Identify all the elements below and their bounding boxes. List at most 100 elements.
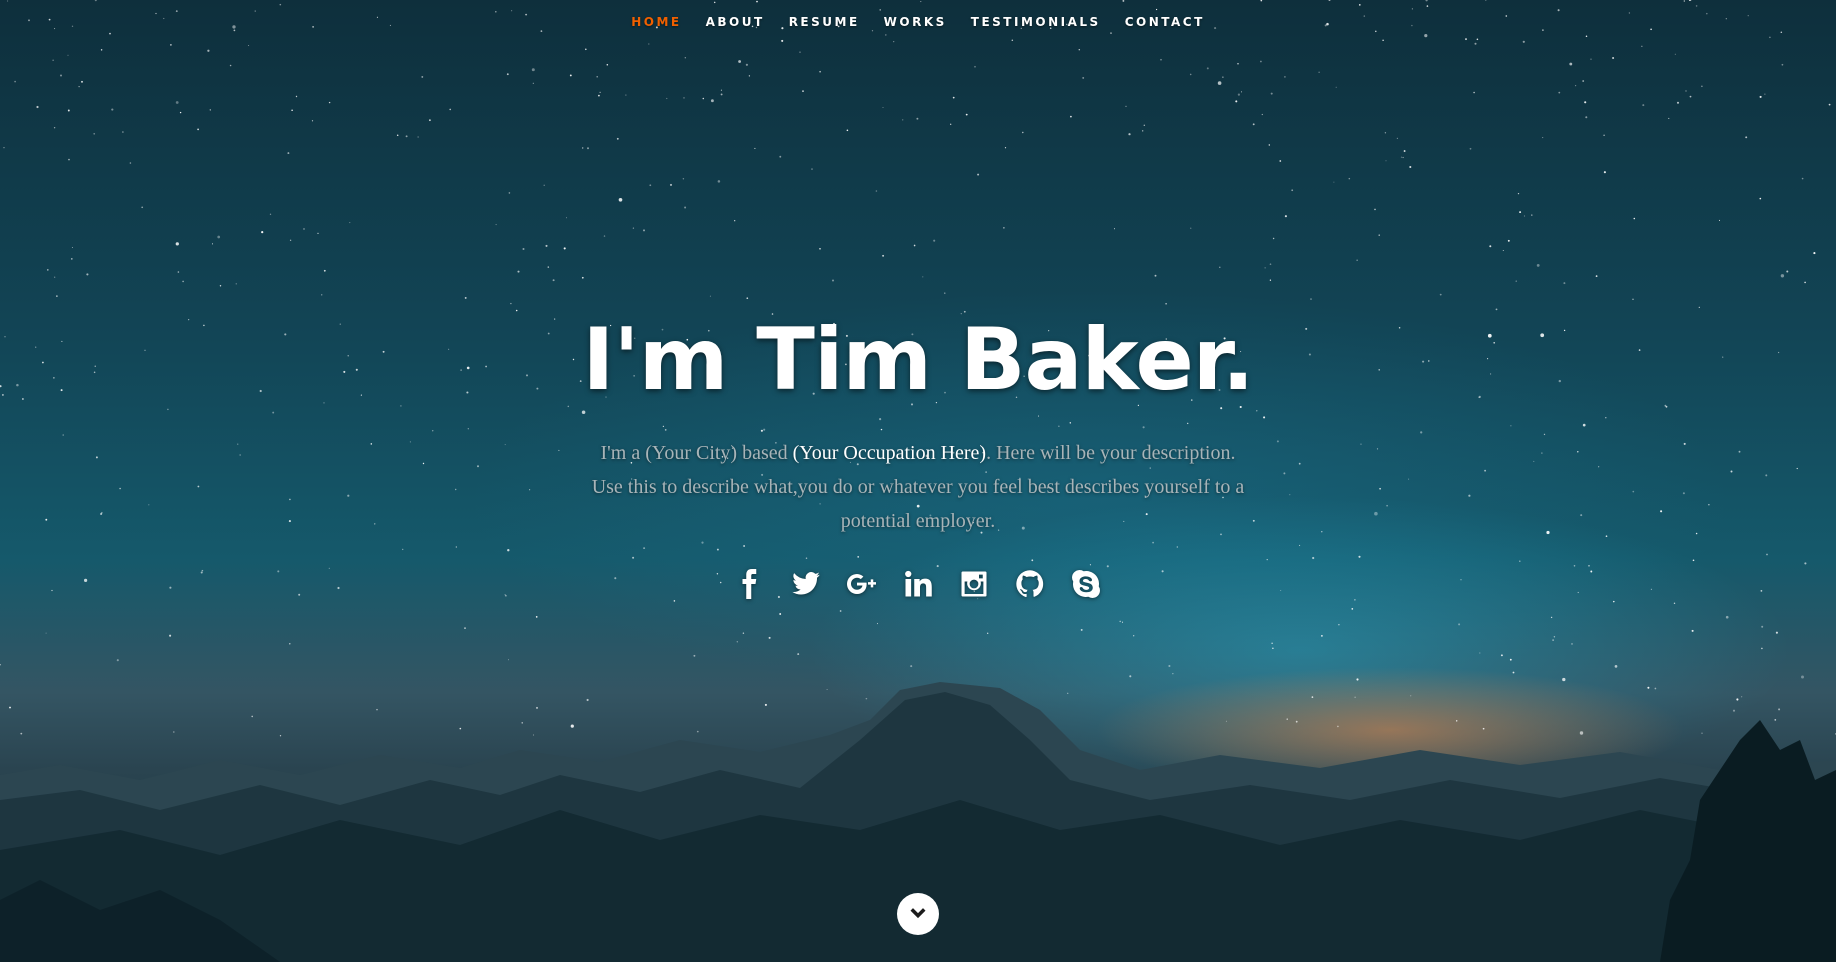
star <box>177 271 180 273</box>
star <box>606 64 609 66</box>
star <box>1240 91 1243 93</box>
star <box>745 63 749 66</box>
star <box>1270 92 1273 95</box>
nav-item-contact[interactable]: CONTACT <box>1113 15 1217 29</box>
star <box>683 97 685 99</box>
star <box>1237 93 1240 96</box>
star <box>819 70 821 73</box>
instagram-link[interactable] <box>957 565 991 603</box>
intro-occupation: (Your Occupation Here) <box>792 442 987 464</box>
star <box>60 74 62 77</box>
star <box>1780 274 1785 278</box>
star <box>643 229 645 232</box>
star <box>1575 85 1577 87</box>
star <box>839 610 842 612</box>
star <box>701 541 704 544</box>
star <box>179 111 182 114</box>
star <box>738 60 742 63</box>
star <box>421 75 424 78</box>
star <box>811 168 813 170</box>
star <box>1172 673 1174 675</box>
star <box>1603 134 1605 137</box>
star <box>1272 237 1275 240</box>
star <box>175 101 179 104</box>
star <box>643 547 646 550</box>
star <box>1261 113 1263 116</box>
star <box>882 106 884 109</box>
star <box>1766 553 1768 556</box>
star <box>1396 137 1399 140</box>
nav-item-resume[interactable]: RESUME <box>777 15 872 29</box>
star <box>1400 156 1402 158</box>
star <box>68 158 70 161</box>
star <box>122 131 124 133</box>
star <box>170 44 172 46</box>
star <box>1523 215 1526 217</box>
star <box>950 123 952 125</box>
star <box>743 545 746 547</box>
star <box>1512 671 1515 674</box>
star <box>507 659 510 661</box>
star <box>317 232 319 235</box>
star <box>569 74 572 77</box>
star <box>1781 63 1784 66</box>
star <box>1128 133 1131 136</box>
star <box>581 147 584 149</box>
star <box>1764 93 1766 95</box>
star <box>1219 266 1221 269</box>
star <box>1125 105 1127 108</box>
star <box>1268 144 1270 146</box>
star <box>1479 652 1481 654</box>
star <box>566 217 567 219</box>
star <box>1641 45 1643 47</box>
star <box>831 279 835 282</box>
nav-item-works[interactable]: WORKS <box>872 15 959 29</box>
github-link[interactable] <box>1013 565 1047 603</box>
star <box>779 613 782 615</box>
star <box>1668 117 1670 119</box>
star <box>197 128 199 131</box>
linkedin-link[interactable] <box>901 565 935 603</box>
star <box>933 239 936 242</box>
star <box>1692 559 1695 562</box>
star <box>495 224 497 226</box>
star <box>401 548 404 551</box>
skype-link[interactable] <box>1069 565 1103 603</box>
star <box>797 653 800 656</box>
star <box>547 266 550 268</box>
star <box>1813 252 1816 255</box>
star <box>1176 546 1178 548</box>
nav-item-testimonials[interactable]: TESTIMONIALS <box>959 15 1113 29</box>
star <box>295 95 298 98</box>
scroll-down-button[interactable] <box>897 893 939 935</box>
github-icon <box>1016 570 1044 598</box>
star <box>987 632 989 634</box>
star <box>846 129 849 132</box>
star <box>517 270 520 273</box>
headline: I'm Tim Baker. <box>582 310 1254 410</box>
linkedin-icon <box>905 570 932 597</box>
nav-item-about[interactable]: ABOUT <box>694 15 777 29</box>
intro-text-part1: I'm a (Your City) based <box>600 442 793 464</box>
star <box>1569 62 1573 66</box>
star <box>1348 177 1351 180</box>
star <box>1563 282 1566 285</box>
star <box>552 279 555 282</box>
star <box>1674 53 1676 55</box>
twitter-link[interactable] <box>789 565 823 603</box>
star <box>269 213 272 215</box>
star <box>455 546 457 548</box>
star <box>693 654 696 657</box>
nav-item-home[interactable]: HOME <box>619 15 693 29</box>
star <box>289 239 292 241</box>
star <box>598 94 600 97</box>
star <box>1642 104 1645 107</box>
star <box>1119 620 1121 623</box>
star <box>1685 90 1687 92</box>
star <box>229 64 232 67</box>
google-plus-link[interactable] <box>845 565 879 603</box>
star <box>684 206 687 209</box>
star <box>716 548 719 551</box>
facebook-link[interactable] <box>733 565 767 603</box>
star <box>649 184 652 187</box>
